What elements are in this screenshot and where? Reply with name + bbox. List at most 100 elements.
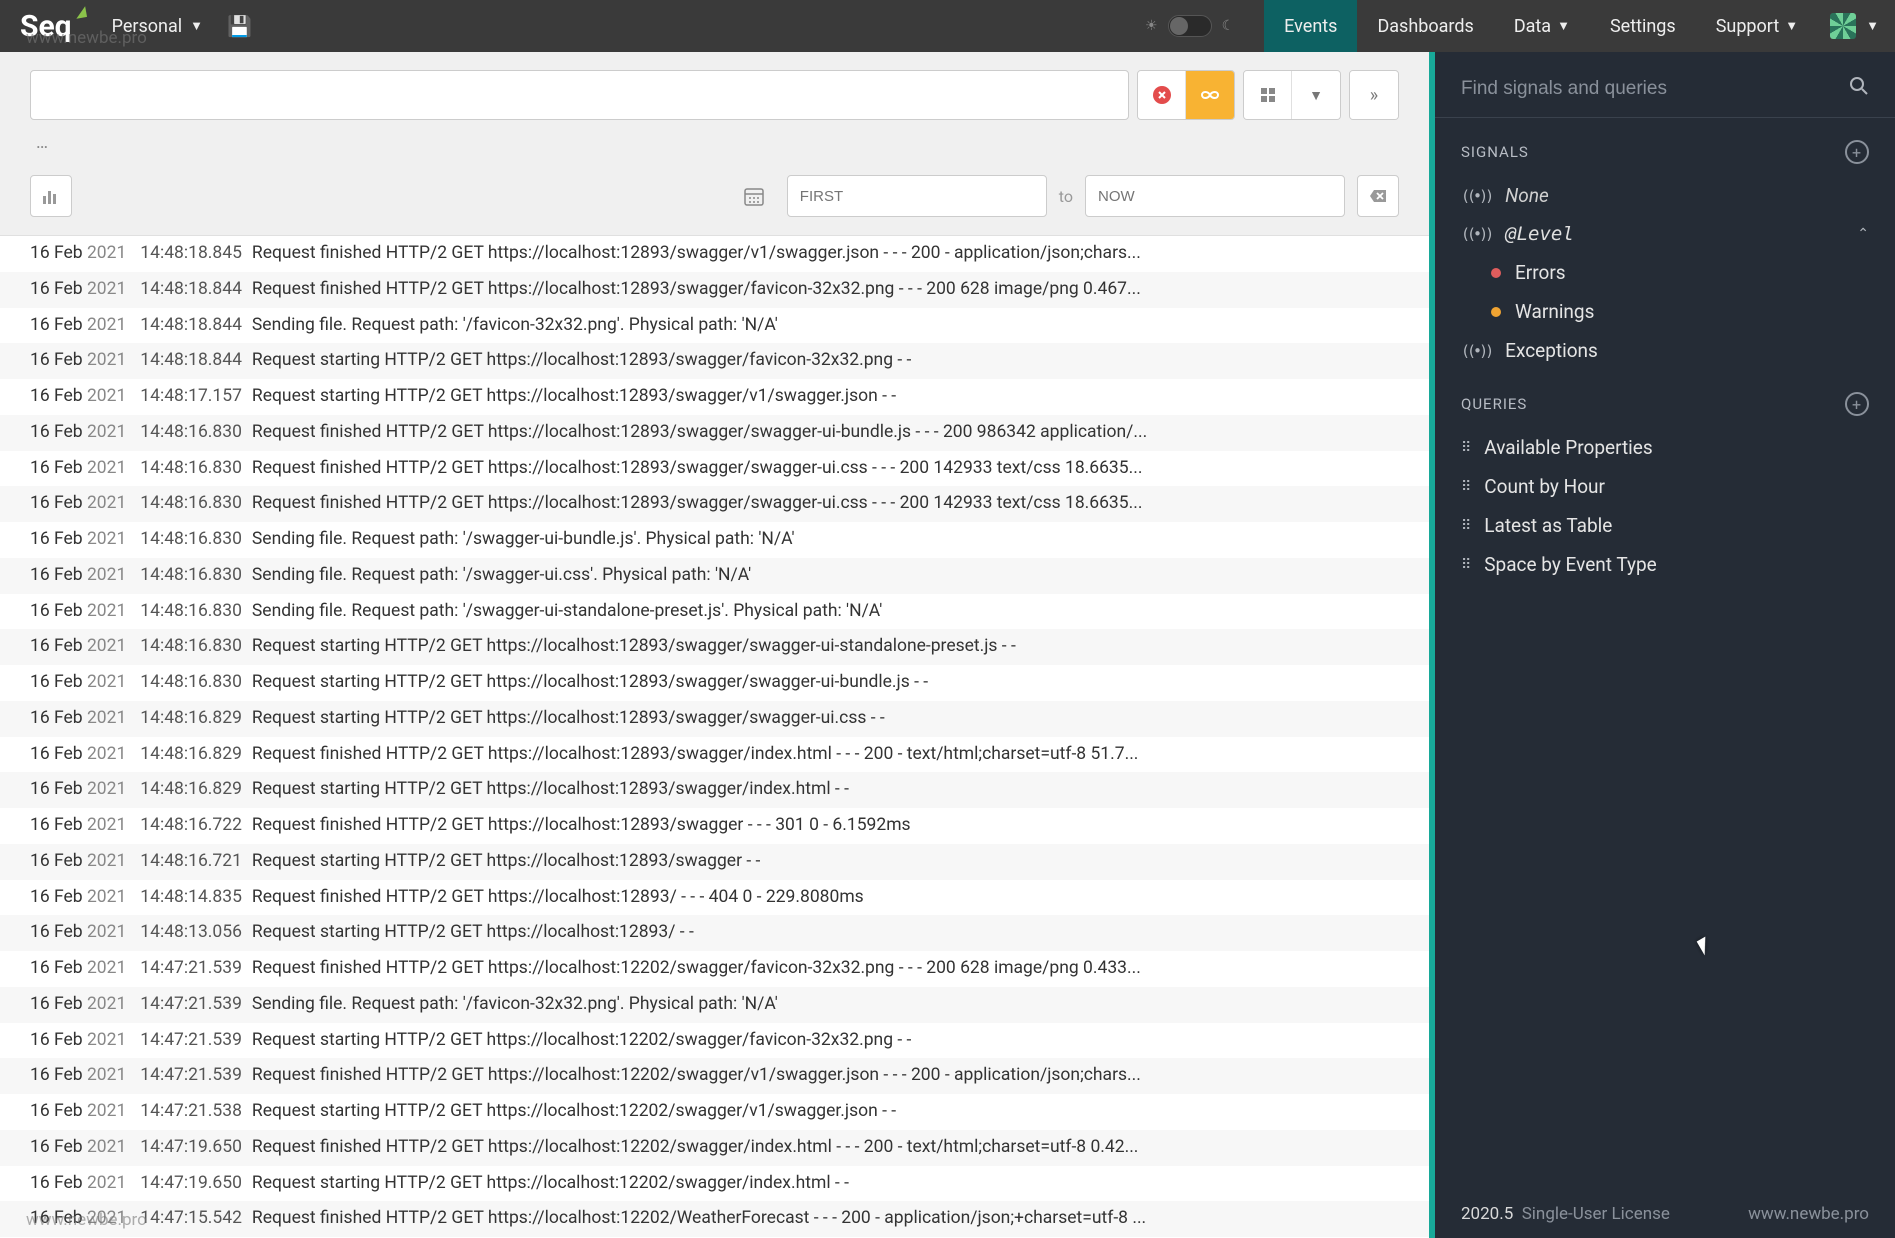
nav-dashboards[interactable]: Dashboards bbox=[1357, 0, 1493, 52]
chevron-down-icon[interactable]: ▼ bbox=[1866, 18, 1879, 34]
event-row[interactable]: 16 Feb 202114:48:17.157Request starting … bbox=[0, 379, 1429, 415]
event-row[interactable]: 16 Feb 202114:48:16.830Request starting … bbox=[0, 629, 1429, 665]
event-row[interactable]: 16 Feb 202114:48:13.056Request starting … bbox=[0, 915, 1429, 951]
auto-refresh-button[interactable] bbox=[1186, 71, 1234, 119]
search-icon[interactable] bbox=[1849, 76, 1869, 101]
add-signal-button[interactable]: + bbox=[1845, 140, 1869, 164]
event-row[interactable]: 16 Feb 202114:47:21.539Request starting … bbox=[0, 1023, 1429, 1059]
queries-header-label: QUERIES bbox=[1461, 395, 1527, 413]
version-label: 2020.5 bbox=[1461, 1204, 1513, 1224]
clear-time-button[interactable] bbox=[1357, 175, 1399, 217]
query-item-space-by-event-type[interactable]: ⠿ Space by Event Type bbox=[1435, 545, 1895, 584]
event-time: 14:47:21.539 bbox=[140, 1061, 242, 1091]
event-row[interactable]: 16 Feb 202114:48:14.835Request finished … bbox=[0, 880, 1429, 916]
event-time: 14:48:16.830 bbox=[140, 561, 242, 591]
signal-label: @Level bbox=[1505, 223, 1574, 245]
event-row[interactable]: 16 Feb 202114:48:16.829Request starting … bbox=[0, 772, 1429, 808]
event-row[interactable]: 16 Feb 202114:48:16.722Request finished … bbox=[0, 808, 1429, 844]
event-row[interactable]: 16 Feb 202114:48:16.830Sending file. Req… bbox=[0, 558, 1429, 594]
signal-item-exceptions[interactable]: ((•)) Exceptions bbox=[1435, 331, 1895, 370]
event-row[interactable]: 16 Feb 202114:47:21.539Request finished … bbox=[0, 1058, 1429, 1094]
clear-filter-button[interactable] bbox=[1138, 71, 1186, 119]
broadcast-icon: ((•)) bbox=[1461, 225, 1491, 243]
nav-events[interactable]: Events bbox=[1264, 0, 1357, 52]
list-icon: ⠿ bbox=[1461, 479, 1470, 495]
event-message: Request starting HTTP/2 GET https://loca… bbox=[252, 1169, 1399, 1199]
event-message: Request starting HTTP/2 GET https://loca… bbox=[252, 1097, 1399, 1127]
dot-icon bbox=[1491, 307, 1501, 317]
event-date: 16 Feb 2021 bbox=[30, 382, 126, 412]
nav-support[interactable]: Support ▼ bbox=[1696, 0, 1818, 52]
event-time: 14:47:21.539 bbox=[140, 954, 242, 984]
event-row[interactable]: 16 Feb 202114:48:18.844Sending file. Req… bbox=[0, 308, 1429, 344]
event-row[interactable]: 16 Feb 202114:48:16.830Request finished … bbox=[0, 486, 1429, 522]
event-row[interactable]: 16 Feb 202114:48:16.721Request starting … bbox=[0, 844, 1429, 880]
chart-toggle-button[interactable] bbox=[30, 175, 72, 217]
filter-bar: ▼ » bbox=[0, 52, 1429, 128]
event-date: 16 Feb 2021 bbox=[30, 883, 126, 913]
time-to-input[interactable] bbox=[1085, 175, 1345, 217]
signals-search-bar bbox=[1435, 52, 1895, 118]
event-row[interactable]: 16 Feb 202114:47:21.539Request finished … bbox=[0, 951, 1429, 987]
user-avatar[interactable] bbox=[1830, 13, 1856, 39]
events-list[interactable]: 16 Feb 202114:48:18.845Request finished … bbox=[0, 235, 1429, 1238]
event-row[interactable]: 16 Feb 202114:48:16.830Sending file. Req… bbox=[0, 594, 1429, 630]
signals-header-label: SIGNALS bbox=[1461, 143, 1529, 161]
query-label: Available Properties bbox=[1484, 436, 1652, 459]
expand-button[interactable]: » bbox=[1350, 71, 1398, 119]
time-from-input[interactable] bbox=[787, 175, 1047, 217]
signal-item-none[interactable]: ((•)) None bbox=[1435, 176, 1895, 215]
event-message: Request starting HTTP/2 GET https://loca… bbox=[252, 668, 1399, 698]
save-icon[interactable]: 💾 bbox=[227, 14, 252, 38]
event-row[interactable]: 16 Feb 202114:47:19.650Request starting … bbox=[0, 1166, 1429, 1202]
workspace-selector[interactable]: Personal ▼ bbox=[112, 16, 203, 37]
nav-data[interactable]: Data ▼ bbox=[1494, 0, 1590, 52]
theme-switch[interactable] bbox=[1168, 15, 1212, 37]
theme-toggle[interactable]: ☀ ☾ bbox=[1145, 15, 1234, 37]
signal-item-level[interactable]: ((•)) @Level ⌃ bbox=[1435, 215, 1895, 253]
event-date: 16 Feb 2021 bbox=[30, 632, 126, 662]
x-circle-icon bbox=[1152, 85, 1172, 105]
infinity-icon bbox=[1199, 84, 1221, 106]
event-row[interactable]: 16 Feb 202114:48:18.844Request finished … bbox=[0, 272, 1429, 308]
filter-button-group-1 bbox=[1137, 70, 1235, 120]
query-item-latest-as-table[interactable]: ⠿ Latest as Table bbox=[1435, 506, 1895, 545]
event-row[interactable]: 16 Feb 202114:48:16.829Request starting … bbox=[0, 701, 1429, 737]
event-row[interactable]: 16 Feb 202114:48:18.845Request finished … bbox=[0, 236, 1429, 272]
event-row[interactable]: 16 Feb 202114:47:21.539Sending file. Req… bbox=[0, 987, 1429, 1023]
event-date: 16 Feb 2021 bbox=[30, 1204, 126, 1234]
event-row[interactable]: 16 Feb 202114:48:16.830Request finished … bbox=[0, 415, 1429, 451]
event-row[interactable]: 16 Feb 202114:48:16.830Request starting … bbox=[0, 665, 1429, 701]
nav-settings[interactable]: Settings bbox=[1590, 0, 1696, 52]
calendar-button[interactable] bbox=[733, 175, 775, 217]
event-row[interactable]: 16 Feb 202114:48:16.830Request finished … bbox=[0, 451, 1429, 487]
add-query-button[interactable]: + bbox=[1845, 392, 1869, 416]
event-row[interactable]: 16 Feb 202114:47:21.538Request starting … bbox=[0, 1094, 1429, 1130]
event-row[interactable]: 16 Feb 202114:48:16.830Sending file. Req… bbox=[0, 522, 1429, 558]
event-row[interactable]: 16 Feb 202114:48:18.844Request starting … bbox=[0, 343, 1429, 379]
breadcrumb-ellipsis[interactable]: … bbox=[0, 128, 1429, 157]
grid-icon bbox=[1261, 88, 1275, 102]
query-item-available-properties[interactable]: ⠿ Available Properties bbox=[1435, 428, 1895, 467]
app-logo: Seq bbox=[20, 9, 72, 44]
footer: 2020.5 Single-User License www.newbe.pro bbox=[1435, 1190, 1895, 1238]
event-time: 14:47:21.538 bbox=[140, 1097, 242, 1127]
signals-search-input[interactable] bbox=[1461, 78, 1849, 100]
event-time: 14:48:16.830 bbox=[140, 668, 242, 698]
query-item-count-by-hour[interactable]: ⠿ Count by Hour bbox=[1435, 467, 1895, 506]
event-date: 16 Feb 2021 bbox=[30, 1133, 126, 1163]
view-mode-dropdown[interactable]: ▼ bbox=[1292, 71, 1340, 119]
time-filter-bar: to bbox=[0, 157, 1429, 235]
event-time: 14:48:16.829 bbox=[140, 740, 242, 770]
event-row[interactable]: 16 Feb 202114:47:19.650Request finished … bbox=[0, 1130, 1429, 1166]
filter-input[interactable] bbox=[30, 70, 1129, 120]
event-message: Request finished HTTP/2 GET https://loca… bbox=[252, 275, 1399, 305]
view-mode-button[interactable] bbox=[1244, 71, 1292, 119]
event-row[interactable]: 16 Feb 202114:48:16.829Request finished … bbox=[0, 737, 1429, 773]
signal-item-warnings[interactable]: Warnings bbox=[1435, 292, 1895, 331]
chevron-up-icon[interactable]: ⌃ bbox=[1857, 226, 1869, 242]
chevron-down-icon: ▼ bbox=[1309, 87, 1323, 104]
dot-icon bbox=[1491, 268, 1501, 278]
signal-item-errors[interactable]: Errors bbox=[1435, 253, 1895, 292]
event-row[interactable]: 16 Feb 202114:47:15.542Request finished … bbox=[0, 1201, 1429, 1237]
